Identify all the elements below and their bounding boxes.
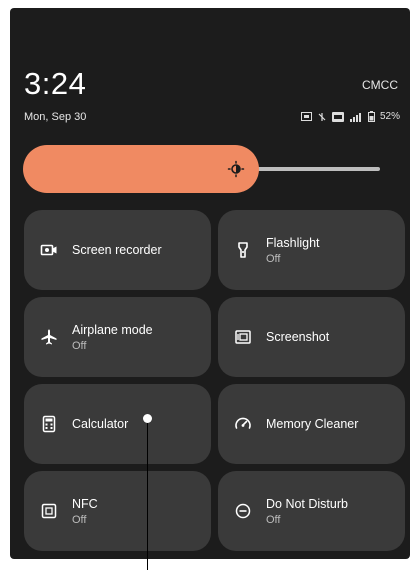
tile-state: Off — [72, 339, 87, 352]
tile-label: Memory Cleaner — [266, 417, 359, 431]
brightness-slider[interactable] — [23, 145, 259, 193]
tile-state: Off — [266, 513, 281, 526]
date: Mon, Sep 30 — [24, 111, 87, 123]
tile-airplane-mode[interactable]: Airplane mode Off — [24, 297, 211, 377]
pointer-dot — [143, 414, 152, 423]
calculator-icon — [42, 415, 56, 433]
memory-cleaner-icon — [235, 417, 251, 429]
battery-icon — [367, 111, 375, 122]
tile-screen-recorder[interactable]: Screen recorder — [24, 210, 211, 290]
pointer-line — [147, 420, 148, 570]
tile-label: Flashlight — [266, 235, 320, 250]
tile-state: Off — [266, 252, 281, 265]
sim-icon — [300, 112, 312, 121]
tile-memory-cleaner[interactable]: Memory Cleaner — [218, 384, 405, 464]
status-icons: 52% — [300, 111, 400, 122]
quick-settings-panel: 3:24 CMCC Mon, Sep 30 52% Screen recorde… — [10, 8, 410, 559]
flashlight-icon — [238, 242, 248, 258]
tile-do-not-disturb[interactable]: Do Not Disturb Off — [218, 471, 405, 551]
tile-label: Screenshot — [266, 330, 330, 344]
airplane-icon — [41, 329, 57, 345]
nfc-icon — [41, 503, 57, 519]
tile-screenshot[interactable]: Screenshot — [218, 297, 405, 377]
tile-flashlight[interactable]: Flashlight Off — [218, 210, 405, 290]
battery-percent: 52% — [379, 111, 400, 122]
screen-recorder-icon — [40, 244, 57, 256]
tile-label: NFC — [72, 496, 98, 511]
do-not-disturb-icon — [235, 503, 251, 519]
signal-icon — [349, 112, 361, 122]
tile-state: Off — [72, 513, 87, 526]
vibrate-icon — [318, 112, 326, 121]
tile-calculator[interactable]: Calculator — [24, 384, 211, 464]
carrier-name: CMCC — [362, 78, 398, 92]
tile-label: Airplane mode — [72, 322, 153, 337]
brightness-icon — [227, 160, 245, 178]
tile-label: Screen recorder — [72, 243, 162, 257]
screenshot-icon — [235, 330, 251, 344]
tile-label: Do Not Disturb — [266, 496, 348, 511]
clock: 3:24 — [24, 66, 87, 101]
tile-nfc[interactable]: NFC Off — [24, 471, 211, 551]
hd-icon — [331, 111, 344, 122]
tile-label: Calculator — [72, 417, 129, 431]
